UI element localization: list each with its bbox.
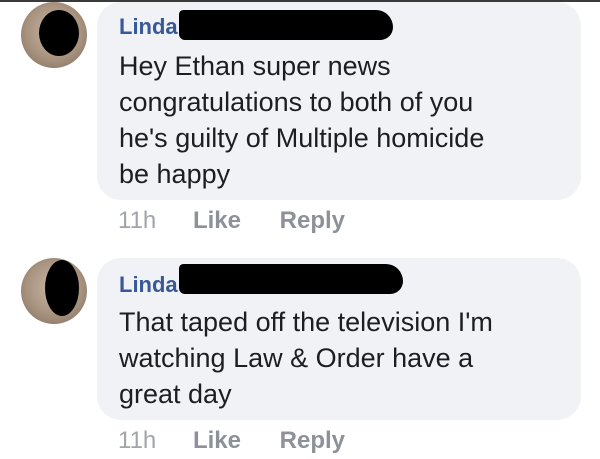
comment-timestamp[interactable]: 11h [118, 426, 156, 456]
comment-actions: 11h Like Reply [118, 426, 377, 456]
name-redaction [179, 10, 393, 40]
comment-author[interactable]: Linda [119, 12, 178, 42]
like-button[interactable]: Like [193, 426, 241, 456]
comment-1: Linda Hey Ethan super news congratulatio… [0, 0, 600, 250]
comment-bubble: Linda Hey Ethan super news congratulatio… [97, 2, 581, 200]
comment-author[interactable]: Linda [119, 270, 178, 300]
name-redaction [179, 264, 403, 294]
comment-bubble: Linda That taped off the television I'm … [97, 258, 581, 420]
avatar[interactable] [21, 2, 87, 68]
avatar-redaction [39, 10, 79, 56]
author-row: Linda [119, 12, 178, 42]
reply-button[interactable]: Reply [280, 206, 345, 236]
author-row: Linda [119, 270, 178, 300]
comment-timestamp[interactable]: 11h [118, 206, 156, 236]
avatar[interactable] [21, 258, 87, 324]
comment-actions: 11h Like Reply [118, 206, 377, 236]
comment-2: Linda That taped off the television I'm … [0, 250, 600, 459]
avatar-redaction [45, 260, 79, 316]
comment-text: Hey Ethan super news congratulations to … [119, 51, 485, 189]
comment-text: That taped off the television I'm watchi… [119, 307, 493, 409]
like-button[interactable]: Like [193, 206, 241, 236]
reply-button[interactable]: Reply [280, 426, 345, 456]
